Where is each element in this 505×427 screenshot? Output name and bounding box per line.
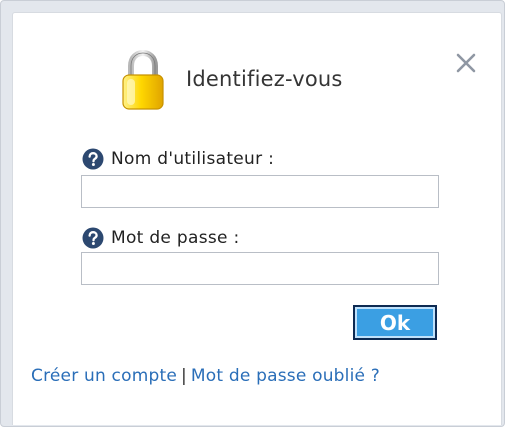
username-label: Nom d'utilisateur : xyxy=(111,149,275,169)
padlock-icon xyxy=(122,50,164,110)
ok-button[interactable]: Ok xyxy=(353,305,437,340)
footer-links: Créer un compte | Mot de passe oublié ? xyxy=(31,366,491,386)
help-icon[interactable] xyxy=(82,148,104,170)
username-input[interactable] xyxy=(81,175,439,208)
help-icon[interactable] xyxy=(82,227,104,249)
create-account-link[interactable]: Créer un compte xyxy=(31,366,177,386)
password-input[interactable] xyxy=(81,252,439,285)
password-label: Mot de passe : xyxy=(111,228,240,248)
dialog-title: Identifiez-vous xyxy=(186,67,343,91)
close-icon[interactable] xyxy=(453,50,479,76)
password-label-row: Mot de passe : xyxy=(82,227,240,249)
link-separator: | xyxy=(180,366,187,386)
username-label-row: Nom d'utilisateur : xyxy=(82,148,274,170)
forgot-password-link[interactable]: Mot de passe oublié ? xyxy=(191,366,380,386)
